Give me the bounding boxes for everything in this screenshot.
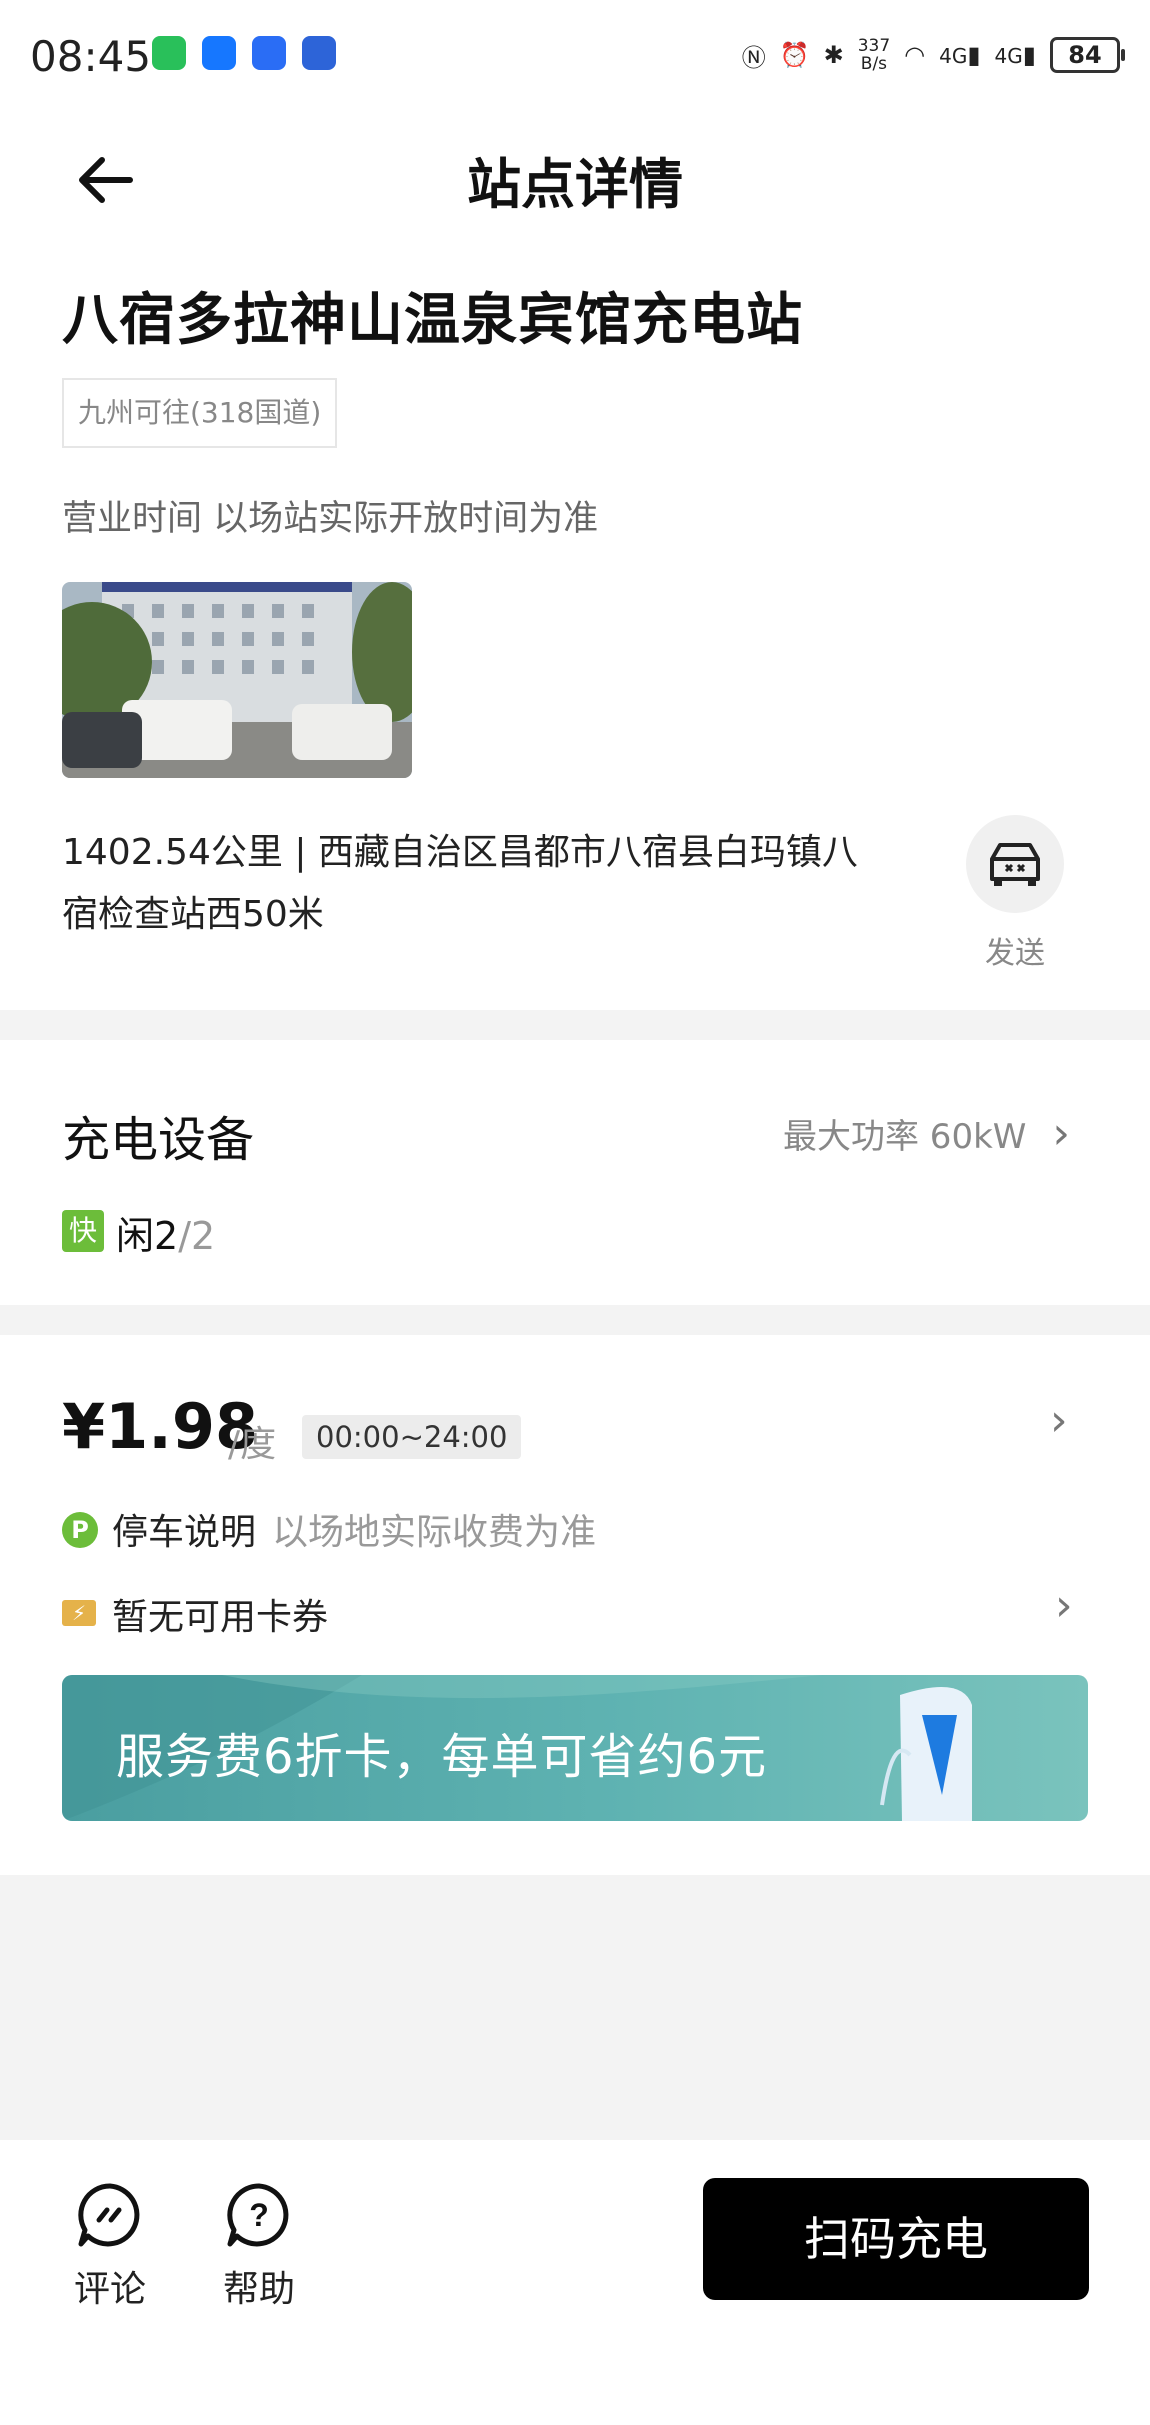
- comment-icon[interactable]: [75, 2180, 145, 2250]
- coupon-label[interactable]: 暂无可用卡券: [112, 1588, 328, 1640]
- help-label[interactable]: 帮助: [199, 2260, 319, 2312]
- max-power-link[interactable]: 最大功率 60kW ›: [783, 1108, 1070, 1159]
- price-period: 00:00~24:00: [302, 1415, 522, 1459]
- price-unit: /度: [228, 1424, 277, 1465]
- parking-label: 停车说明: [112, 1512, 257, 1553]
- status-time: 08:45: [30, 32, 152, 81]
- station-tag: 九州可往(318国道): [62, 378, 338, 448]
- charger-illustration: [880, 1687, 972, 1821]
- parking-note: 以场地实际收费为准: [272, 1512, 597, 1553]
- bottom-action-bar: 评论 ? 帮助 扫码充电: [0, 2140, 1150, 2425]
- charging-equipment-card[interactable]: 充电设备 最大功率 60kW › 快 闲2/2: [0, 1040, 1150, 1305]
- svg-text:?: ?: [249, 2197, 269, 2233]
- signal-icon-2: 4G▮: [994, 41, 1036, 69]
- parking-icon: P: [62, 1512, 98, 1548]
- app-notification-icon: [202, 36, 236, 70]
- station-address: 1402.54公里 | 西藏自治区昌都市八宿县白玛镇八 宿检查站西50米: [62, 832, 858, 935]
- station-photo[interactable]: [62, 582, 412, 778]
- car-icon: [990, 843, 1040, 886]
- coupon-icon: ⚡: [62, 1600, 96, 1626]
- wifi-icon: ◠: [904, 41, 926, 69]
- equipment-title: 充电设备: [62, 1112, 255, 1168]
- signal-icon-1: 4G▮: [939, 41, 981, 69]
- nfc-icon: Ⓝ: [741, 43, 766, 72]
- bluetooth-icon: ✱: [823, 41, 844, 69]
- business-hours: 营业时间 以场站实际开放时间为准: [62, 499, 599, 539]
- idle-count: 闲2/2: [116, 1214, 216, 1258]
- voice-app-icon: [252, 36, 286, 70]
- banner-text: 服务费6折卡，每单可省约6元: [116, 1729, 768, 1785]
- page-header: 站点详情: [0, 110, 1150, 240]
- page-title: 站点详情: [467, 153, 683, 216]
- help-icon[interactable]: ?: [224, 2180, 294, 2250]
- alarm-icon: ⏰: [779, 41, 810, 69]
- max-power-text: 最大功率 60kW: [783, 1117, 1027, 1157]
- station-name: 八宿多拉神山温泉宾馆充电站: [62, 288, 803, 353]
- pricing-card: ¥1.98 /度 00:00~24:00 › P 停车说明 以场地实际收费为准 …: [0, 1335, 1150, 1875]
- station-info-card: 八宿多拉神山温泉宾馆充电站 九州可往(318国道) 营业时间 以场站实际开放时间…: [0, 240, 1150, 1010]
- battery-icon: 84: [1050, 37, 1125, 73]
- browser-app-icon: [302, 36, 336, 70]
- net-speed: 337 B/s: [857, 36, 891, 74]
- review-label[interactable]: 评论: [50, 2260, 170, 2312]
- price-detail-chevron-icon[interactable]: ›: [1050, 1395, 1068, 1446]
- wechat-icon: [152, 36, 186, 70]
- discount-card-banner[interactable]: 服务费6折卡，每单可省约6元: [62, 1675, 1088, 1821]
- send-label: 发送: [985, 936, 1045, 971]
- status-bar: 08:45 Ⓝ ⏰ ✱ 337 B/s ◠ 4G▮ 4G▮ 84: [0, 0, 1150, 110]
- coupon-chevron-icon[interactable]: ›: [1055, 1580, 1073, 1631]
- chevron-right-icon: ›: [1052, 1108, 1070, 1159]
- scan-to-charge-button[interactable]: 扫码充电: [703, 2178, 1089, 2300]
- send-to-car-button[interactable]: [966, 815, 1064, 913]
- fast-charge-badge: 快: [62, 1210, 104, 1252]
